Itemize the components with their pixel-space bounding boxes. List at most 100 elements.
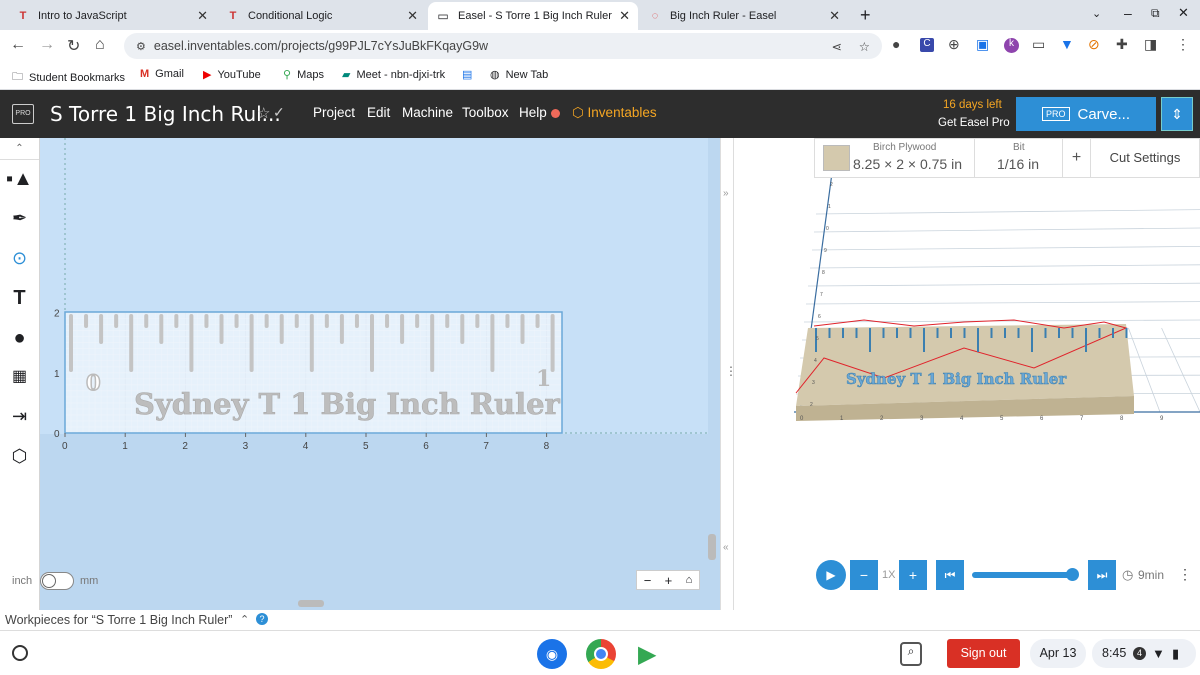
minimize-icon[interactable]: – <box>1124 5 1132 21</box>
status-tray[interactable]: 8:45 4 ▼ ▮ <box>1092 639 1196 668</box>
tab-big-inch-ruler[interactable]: ◌ Big Inch Ruler - Easel ✕ <box>640 2 848 30</box>
workpieces-bar[interactable]: Workpieces for “S Torre 1 Big Inch Ruler… <box>0 610 720 630</box>
extension-icon[interactable]: ● <box>892 36 900 52</box>
close-icon[interactable]: ✕ <box>829 8 840 24</box>
bookmark-docs[interactable]: ▤ <box>462 68 478 81</box>
more-options-icon[interactable]: ⋮ <box>1178 566 1192 583</box>
project-title[interactable]: S Torre 1 Big Inch Rul... <box>50 102 281 126</box>
point-tool-icon[interactable]: ⊙ <box>0 238 39 278</box>
meet-icon: ▰ <box>342 69 351 81</box>
menu-help[interactable]: Help <box>519 105 547 120</box>
tab-intro-to-javascript[interactable]: T Intro to JavaScript ✕ <box>8 2 216 30</box>
tote-icon[interactable]: ⌕ <box>900 642 922 666</box>
extension-trash-icon[interactable]: ▼ <box>1060 36 1074 52</box>
zoom-out-icon[interactable]: − <box>644 573 652 588</box>
bookmark-new-tab[interactable]: ◍ New Tab <box>490 68 548 82</box>
menu-project[interactable]: Project <box>313 105 355 120</box>
more-menu-icon[interactable]: ⋮ <box>1176 36 1190 53</box>
import-icon[interactable]: ⇥ <box>0 396 39 436</box>
chevron-down-icon[interactable]: ⌄ <box>1092 7 1101 20</box>
skip-forward-icon[interactable]: ⏭ <box>1088 560 1116 590</box>
camera-app-icon[interactable]: ◉ <box>537 639 567 669</box>
reload-icon[interactable]: ↻ <box>67 36 80 56</box>
extension-monitor-icon[interactable]: ▭ <box>1032 36 1045 53</box>
bookmark-meet[interactable]: ▰ Meet - nbn-djxi-trk <box>342 68 445 82</box>
expand-right-icon[interactable]: » <box>723 188 729 199</box>
restore-icon[interactable]: ⧉ <box>1151 6 1160 21</box>
ruler-tick-mark <box>309 314 314 372</box>
cut-settings-button[interactable]: Cut Settings <box>1091 139 1199 177</box>
pen-tool-icon[interactable]: ✒ <box>0 198 39 238</box>
sign-out-button[interactable]: Sign out <box>947 639 1020 668</box>
close-icon[interactable]: ✕ <box>197 8 208 24</box>
extensions-puzzle-icon[interactable]: ✚ <box>1116 36 1128 53</box>
menu-machine[interactable]: Machine <box>402 105 453 120</box>
bookmark-star-icon[interactable]: ☆ <box>859 39 870 54</box>
menu-toolbox[interactable]: Toolbox <box>462 105 509 120</box>
add-bit-icon[interactable]: + <box>1063 139 1091 177</box>
tab-conditional-logic[interactable]: T Conditional Logic ✕ <box>218 2 426 30</box>
shapes-icon[interactable]: ▪▲ <box>0 160 39 198</box>
help-icon[interactable]: ? <box>256 613 268 625</box>
faster-button[interactable]: + <box>899 560 927 590</box>
skip-back-icon[interactable]: ⏮ <box>936 560 964 590</box>
forward-icon[interactable]: → <box>39 36 55 54</box>
inventables-link[interactable]: ⬡ Inventables <box>572 105 657 121</box>
extension-k-icon[interactable]: k <box>1004 38 1019 53</box>
easel-logo-icon[interactable]: PRO <box>12 104 34 124</box>
tab-easel-project[interactable]: ▭ Easel - S Torre 1 Big Inch Ruler ✕ <box>428 2 638 30</box>
horizontal-scrollbar[interactable] <box>298 600 324 607</box>
expand-up-icon[interactable]: ⌃ <box>240 613 249 626</box>
window-close-icon[interactable]: ✕ <box>1178 5 1189 21</box>
slower-button[interactable]: − <box>850 560 878 590</box>
expand-left-icon[interactable]: « <box>723 542 729 553</box>
slider-thumb[interactable] <box>1066 568 1079 581</box>
extension-c-icon[interactable]: C <box>920 38 934 52</box>
menu-edit[interactable]: Edit <box>367 105 390 120</box>
apps-lego-icon[interactable]: ▦ <box>0 358 39 396</box>
pane-divider[interactable]: » ⋮ « <box>720 138 737 610</box>
icon-library-apple-icon[interactable]: ● <box>0 318 39 358</box>
design-canvas[interactable]: 0 1 Sydney T 1 Big Inch Ruler 012345678 … <box>12 138 720 610</box>
connect-machine-icon[interactable]: ⇕ <box>1161 97 1193 131</box>
share-icon[interactable]: ⋖ <box>832 39 842 54</box>
y-axis-label: 1 <box>54 369 60 380</box>
play-store-icon[interactable]: ▶ <box>638 640 656 669</box>
progress-slider[interactable] <box>972 568 1079 581</box>
get-pro-link[interactable]: Get Easel Pro <box>938 117 1010 129</box>
bookmark-youtube[interactable]: ▶ YouTube <box>203 68 261 82</box>
launcher-icon[interactable] <box>12 645 28 661</box>
date-pill[interactable]: Apr 13 <box>1030 639 1086 668</box>
extension-target-icon[interactable]: ⊕ <box>948 36 960 53</box>
favicon-icon: T <box>19 10 27 22</box>
site-info-icon[interactable]: ⚙ <box>136 40 146 53</box>
3d-box-icon[interactable]: ⬡ <box>0 436 39 476</box>
url-omnibox[interactable]: ⚙ easel.inventables.com/projects/g99PJL7… <box>124 33 882 59</box>
new-tab-icon[interactable]: + <box>860 5 871 26</box>
home-icon[interactable]: ⌂ <box>95 36 105 54</box>
back-icon[interactable]: ← <box>10 36 26 54</box>
bookmark-maps[interactable]: ⚲ Maps <box>283 68 324 82</box>
material-swatch <box>823 145 850 171</box>
text-tool-icon[interactable]: T <box>0 278 39 318</box>
bookmark-gmail[interactable]: M Gmail <box>140 68 184 80</box>
collapse-up-icon[interactable]: ⌃ <box>0 138 39 160</box>
carve-button[interactable]: PRO Carve... <box>1016 97 1156 131</box>
chrome-app-icon[interactable] <box>586 639 616 669</box>
ruler-tick-mark <box>219 314 224 344</box>
close-icon[interactable]: ✕ <box>407 8 418 24</box>
favorite-star-icon[interactable]: ☆ <box>257 104 270 122</box>
home-view-icon[interactable]: ⌂ <box>686 574 693 586</box>
zoom-in-icon[interactable]: + <box>665 573 673 588</box>
side-panel-icon[interactable]: ◨ <box>1144 36 1157 53</box>
material-selector[interactable]: Birch Plywood 8.25 × 2 × 0.75 in <box>815 139 975 177</box>
play-button[interactable]: ▶ <box>816 560 846 590</box>
bit-selector[interactable]: Bit 1/16 in <box>975 139 1063 177</box>
unit-toggle[interactable] <box>40 572 74 590</box>
extension-blocker-icon[interactable]: ⊘ <box>1088 36 1100 53</box>
os-taskbar: ◉ ▶ ⌕ Sign out Apr 13 8:45 4 ▼ ▮ <box>0 632 1200 675</box>
bookmark-student[interactable]: 🗀 Student Bookmarks <box>12 68 125 87</box>
vertical-scrollbar[interactable] <box>708 534 716 560</box>
close-icon[interactable]: ✕ <box>619 8 630 24</box>
extension-image-icon[interactable]: ▣ <box>976 36 989 53</box>
